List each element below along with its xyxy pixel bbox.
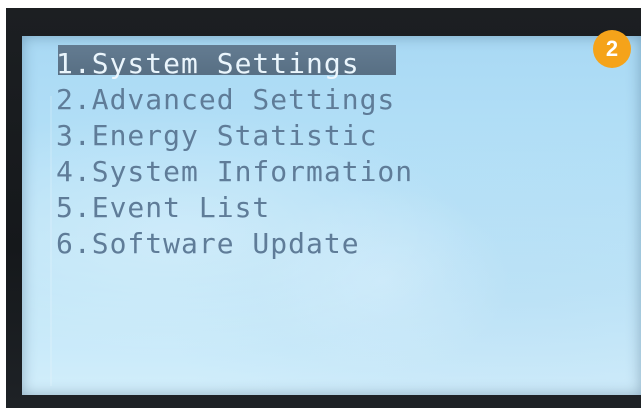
menu-item-label: 6.Software Update xyxy=(56,227,360,260)
menu-item-advanced-settings[interactable]: 2.Advanced Settings xyxy=(56,82,413,118)
menu-item-label: 4.System Information xyxy=(56,155,414,188)
main-menu: 1.System Settings 2.Advanced Settings 3.… xyxy=(56,46,413,262)
menu-item-label: 3.Energy Statistic xyxy=(56,119,378,152)
step-number-badge: 2 xyxy=(593,30,631,68)
menu-item-system-settings[interactable]: 1.System Settings xyxy=(56,46,413,82)
screen-reflection xyxy=(50,96,52,386)
device-photo: 1.System Settings 2.Advanced Settings 3.… xyxy=(0,0,641,414)
menu-item-label: 1.System Settings xyxy=(56,47,360,80)
menu-item-event-list[interactable]: 5.Event List xyxy=(56,190,413,226)
menu-item-system-information[interactable]: 4.System Information xyxy=(56,154,413,190)
menu-item-label: 5.Event List xyxy=(56,191,271,224)
menu-item-energy-statistic[interactable]: 3.Energy Statistic xyxy=(56,118,413,154)
menu-item-software-update[interactable]: 6.Software Update xyxy=(56,226,413,262)
menu-item-label: 2.Advanced Settings xyxy=(56,83,396,116)
